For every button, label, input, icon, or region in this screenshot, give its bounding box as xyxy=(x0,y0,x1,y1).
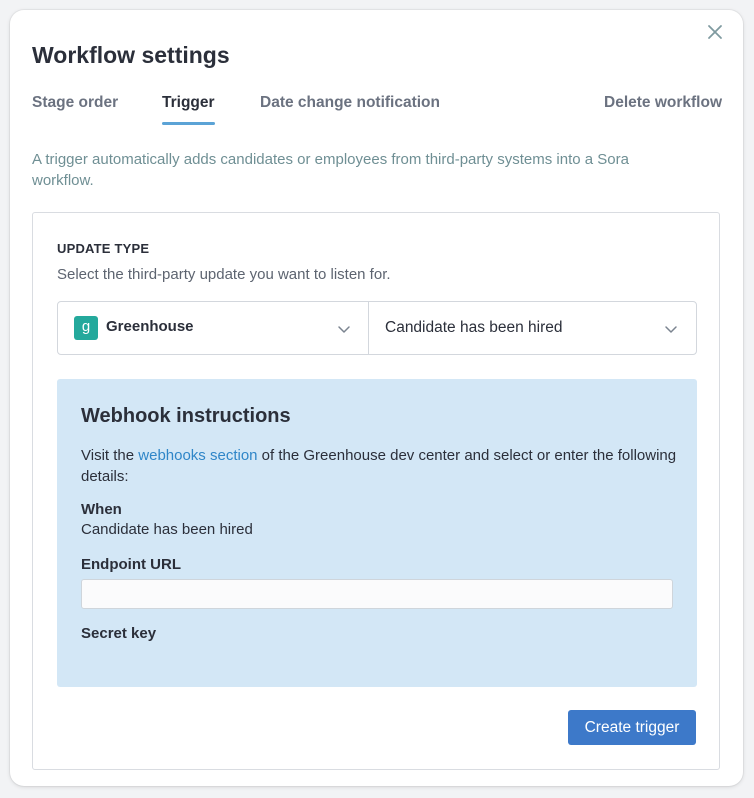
chevron-down-icon xyxy=(664,322,678,336)
update-type-subtitle: Select the third-party update you want t… xyxy=(57,266,391,283)
integration-select-value: Greenhouse xyxy=(106,318,194,335)
create-trigger-button[interactable]: Create trigger xyxy=(568,710,696,745)
event-select-value: Candidate has been hired xyxy=(385,319,563,336)
chevron-down-icon xyxy=(337,322,351,336)
tab-bar: Stage order Trigger Date change notifica… xyxy=(32,94,722,128)
close-icon xyxy=(708,25,722,39)
webhooks-section-link[interactable]: webhooks section xyxy=(138,447,257,464)
when-value: Candidate has been hired xyxy=(81,521,253,538)
integration-select[interactable]: g Greenhouse xyxy=(58,302,369,354)
tab-stage-order[interactable]: Stage order xyxy=(32,94,118,112)
secret-key-label: Secret key xyxy=(81,625,157,642)
workflow-settings-modal: Workflow settings Stage order Trigger Da… xyxy=(10,10,743,786)
webhook-instructions-panel: Webhook instructions Visit the webhooks … xyxy=(57,379,697,687)
tab-trigger[interactable]: Trigger xyxy=(162,94,215,125)
trigger-card: UPDATE TYPE Select the third-party updat… xyxy=(32,212,720,770)
when-label: When xyxy=(81,501,122,518)
update-type-label: UPDATE TYPE xyxy=(57,241,150,256)
webhook-instructions-text: Visit the webhooks section of the Greenh… xyxy=(81,445,681,487)
tab-delete-workflow[interactable]: Delete workflow xyxy=(604,94,722,112)
tab-date-change-notification[interactable]: Date change notification xyxy=(260,94,440,112)
greenhouse-logo-icon: g xyxy=(74,316,98,340)
webhook-instructions-title: Webhook instructions xyxy=(81,405,291,427)
endpoint-url-label: Endpoint URL xyxy=(81,556,181,573)
event-select[interactable]: Candidate has been hired xyxy=(369,302,696,354)
modal-title: Workflow settings xyxy=(32,42,230,68)
webhook-text-before: Visit the xyxy=(81,447,139,464)
update-type-select-row: g Greenhouse Candidate has been hired xyxy=(57,301,697,355)
trigger-description: A trigger automatically adds candidates … xyxy=(32,151,629,189)
endpoint-url-input[interactable] xyxy=(81,579,673,609)
close-button[interactable] xyxy=(705,22,725,42)
